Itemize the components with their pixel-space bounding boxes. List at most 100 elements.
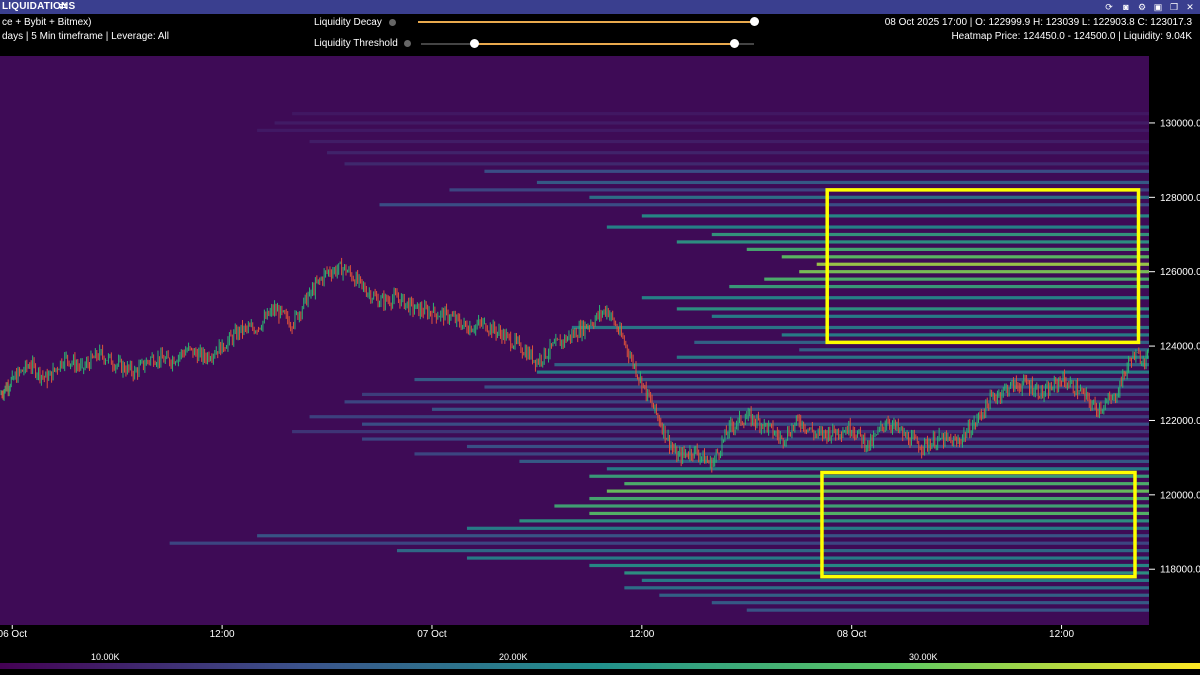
y-tick-label: 122000.0 [1160, 416, 1200, 427]
liquidity-band [466, 526, 1149, 530]
liquidity-band [676, 307, 1149, 311]
liquidation-heatmap-chart[interactable]: 130000.0 128000.0 126000.0 124000.0 122000.0… [0, 0, 1200, 675]
decay-slider-knob[interactable] [750, 17, 759, 26]
liquidity-band [292, 430, 1150, 434]
y-tick-label: 118000.0 [1160, 565, 1200, 576]
liquidity-decay-slider[interactable] [418, 21, 755, 23]
liquidity-band [816, 262, 1149, 266]
x-axis-panel [0, 625, 1200, 650]
liquidity-band [344, 400, 1149, 404]
liquidity-band [641, 214, 1149, 218]
liquidity-band [309, 415, 1149, 419]
exchange-subtitle: ce + Bybit + Bitmex) [2, 17, 92, 28]
liquidity-band [711, 314, 1149, 318]
liquidity-band [606, 489, 1149, 493]
refresh-icon[interactable]: ⟳ [1104, 2, 1114, 12]
y-tick-label: 130000.0 [1160, 118, 1200, 129]
liquidity-band [274, 121, 1149, 125]
liquidity-band [711, 232, 1149, 237]
x-tick-label: 07 Oct [417, 629, 447, 640]
camera-icon[interactable]: ◙ [1121, 2, 1131, 12]
liquidity-band [257, 534, 1150, 538]
liquidity-band [764, 277, 1149, 281]
title-bar: LIQUIDATIONS ⇄ ⟳ ◙ ⚙ ▣ ❐ ✕ [0, 0, 1200, 14]
timeframe-info: days | 5 Min timeframe | Leverage: All [2, 31, 169, 42]
gear-icon[interactable]: ⚙ [1137, 2, 1147, 12]
liquidity-band [781, 255, 1149, 259]
liquidity-band [519, 519, 1149, 523]
liquidity-band [519, 459, 1149, 463]
liquidity-band [676, 355, 1149, 359]
colorbar-label-10k: 10.00K [91, 652, 120, 662]
heatmap-readout: Heatmap Price: 124450.0 - 124500.0 | Liq… [951, 31, 1192, 42]
liquidity-band [292, 112, 1150, 116]
liquidity-band [536, 370, 1149, 374]
y-axis-panel [1149, 56, 1200, 625]
liquidity-band [554, 504, 1149, 508]
threshold-info-icon[interactable] [404, 40, 411, 47]
liquidity-band [484, 169, 1149, 173]
liquidity-band [379, 203, 1149, 207]
liquidity-band [606, 225, 1149, 229]
liquidity-band [589, 195, 1149, 199]
colorbar-label-30k: 30.00K [909, 652, 938, 662]
liquidity-decay-label: Liquidity Decay [314, 17, 382, 28]
liquidity-band [571, 325, 1149, 330]
liquidity-band [781, 333, 1149, 337]
liquidity-band [589, 511, 1149, 516]
liquidity-band [484, 385, 1149, 389]
y-tick-label: 120000.0 [1160, 490, 1200, 501]
copy-icon[interactable]: ❐ [1169, 2, 1179, 12]
liquidity-band [589, 563, 1149, 568]
x-tick-label: 12:00 [629, 629, 654, 640]
y-tick-label: 128000.0 [1160, 193, 1200, 204]
liquidity-colorbar [0, 663, 1200, 669]
threshold-high-knob[interactable] [730, 39, 739, 48]
liquidity-band [257, 128, 1150, 132]
liquidity-band [466, 444, 1149, 449]
liquidity-band [624, 571, 1149, 575]
y-tick-label: 126000.0 [1160, 267, 1200, 278]
x-tick-label: 12:00 [210, 629, 235, 640]
x-tick-label: 12:00 [1049, 629, 1074, 640]
liquidity-band [624, 586, 1149, 590]
colorbar-label-20k: 20.00K [499, 652, 528, 662]
liquidity-band [746, 247, 1149, 251]
liquidity-band [641, 296, 1149, 300]
liquidity-band [327, 151, 1150, 155]
liquidity-band [799, 270, 1149, 274]
liquidity-band [414, 377, 1149, 382]
settings-sliders-icon[interactable]: ⇄ [59, 2, 69, 12]
liquidity-band [624, 482, 1149, 486]
liquidity-band [606, 467, 1149, 471]
liquidity-band [396, 549, 1150, 553]
liquidity-band [309, 139, 1149, 144]
liquidity-band [169, 541, 1149, 545]
close-icon[interactable]: ✕ [1185, 2, 1195, 12]
liquidity-band [799, 348, 1149, 352]
liquidity-band [554, 363, 1149, 367]
save-icon[interactable]: ▣ [1153, 2, 1163, 12]
x-tick-label: 08 Oct [837, 629, 867, 640]
decay-info-icon[interactable] [389, 19, 396, 26]
liquidity-band [641, 578, 1149, 582]
liquidity-threshold-label: Liquidity Threshold [314, 38, 398, 49]
liquidity-band [711, 601, 1149, 605]
liquidity-band [589, 496, 1149, 501]
liquidity-band [746, 608, 1149, 612]
liquidity-band [676, 240, 1149, 244]
liquidity-band [414, 452, 1149, 456]
y-tick-label: 124000.0 [1160, 342, 1200, 353]
liquidity-band [431, 407, 1150, 411]
liquidity-band [536, 180, 1149, 185]
liquidity-band [659, 593, 1149, 597]
threshold-low-knob[interactable] [470, 39, 479, 48]
liquidity-band [344, 162, 1149, 166]
liquidity-band [362, 437, 1150, 441]
x-tick-label: 06 Oct [0, 629, 27, 640]
threshold-range-fill [475, 43, 735, 45]
liquidity-band [466, 556, 1149, 560]
ohlc-readout: 08 Oct 2025 17:00 | O: 122999.9 H: 12303… [884, 17, 1192, 28]
liquidity-band [589, 474, 1149, 478]
liquidity-band [729, 284, 1149, 289]
